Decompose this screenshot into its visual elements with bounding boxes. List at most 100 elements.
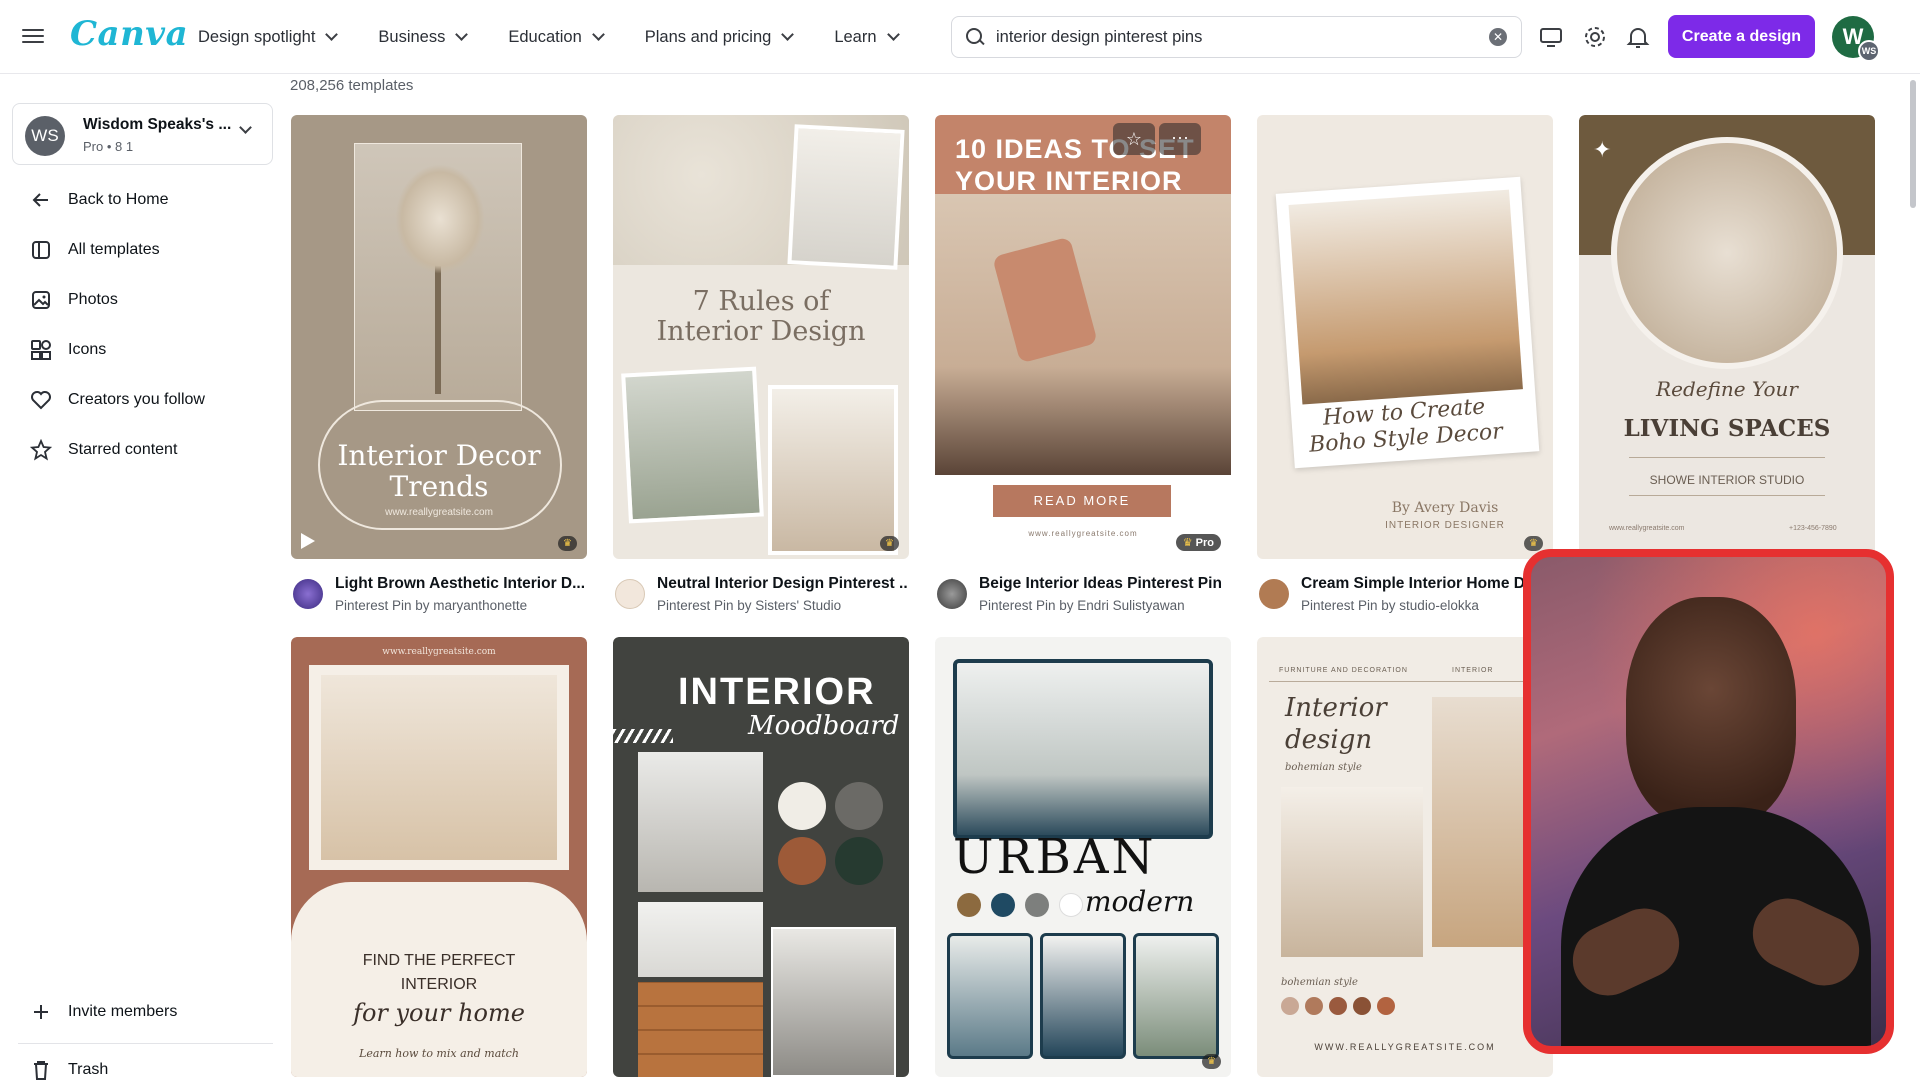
canva-logo[interactable]: Canva (70, 14, 188, 54)
nav-learn[interactable]: Learn (826, 22, 905, 53)
photo-icon (30, 289, 52, 311)
creator-avatar (1259, 579, 1289, 609)
thumbnail-text: Interior (1285, 693, 1387, 723)
sidebar-item-icons[interactable]: Icons (18, 325, 270, 375)
thumbnail-photo (621, 366, 764, 524)
sidebar-item-label: Back to Home (68, 191, 169, 208)
desktop-app-icon[interactable] (1538, 24, 1564, 50)
thumbnail-text: SHOWE INTERIOR STUDIO (1649, 473, 1805, 487)
template-thumbnail[interactable]: FURNITURE AND DECORATION INTERIOR Interi… (1257, 637, 1553, 1077)
sidebar-item-back-to-home[interactable]: Back to Home (18, 175, 270, 225)
nav-education[interactable]: Education (500, 22, 610, 53)
template-card[interactable]: FURNITURE AND DECORATION INTERIOR Interi… (1257, 637, 1553, 1080)
thumbnail-decor (613, 729, 673, 743)
team-switcher[interactable]: WS Wisdom Speaks's ... Pro • 8 1 (12, 103, 273, 165)
thumbnail-text: INTERIOR DESIGNER (1385, 520, 1505, 531)
sidebar-item-label: Creators you follow (68, 391, 205, 408)
trash-icon (30, 1059, 52, 1080)
team-name: Wisdom Speaks's ... (83, 116, 232, 133)
top-bar: Canva Design spotlight Business Educatio… (0, 0, 1920, 74)
sidebar-item-starred-content[interactable]: Starred content (18, 425, 270, 475)
sidebar-item-label: Icons (68, 341, 107, 358)
play-icon[interactable] (301, 533, 315, 549)
search-input[interactable] (996, 27, 1489, 47)
thumbnail-photo (638, 982, 763, 1077)
thumbnail-text: Interior Design (656, 316, 866, 347)
templates-icon (30, 239, 52, 261)
thumbnail-photo (1611, 137, 1843, 369)
thumbnail-text: www.reallygreatsite.com (382, 647, 496, 657)
template-title[interactable]: Neutral Interior Design Pinterest ... (657, 575, 907, 593)
template-card[interactable]: How to Create Boho Style Decor By Avery D… (1257, 115, 1553, 635)
template-card[interactable]: ✦ Redefine Your LIVING SPACES SHOWE INTE… (1579, 115, 1875, 559)
template-creator[interactable]: Pinterest Pin by studio-elokka (1301, 598, 1479, 613)
template-thumbnail[interactable]: How to Create Boho Style Decor By Avery D… (1257, 115, 1553, 559)
template-card[interactable]: www.reallygreatsite.com FIND THE PERFECT… (291, 637, 587, 1080)
template-card[interactable]: Interior Decor Trends www.reallygreatsite… (291, 115, 587, 635)
user-avatar[interactable]: W WS (1832, 16, 1880, 62)
thumbnail-text: +123-456-7890 (1789, 525, 1837, 532)
color-swatch (1305, 997, 1323, 1015)
divider (1269, 681, 1541, 682)
nav-label: Business (378, 27, 446, 46)
thumbnail-text: INTERIOR (678, 671, 876, 713)
settings-gear-icon[interactable] (1582, 24, 1608, 50)
divider (1629, 457, 1825, 458)
template-thumbnail[interactable]: www.reallygreatsite.com FIND THE PERFECT… (291, 637, 587, 1077)
thumbnail-photo (638, 902, 763, 977)
template-card[interactable]: 7 Rules of Interior Design ♛ Neutral Inte… (613, 115, 909, 635)
crown-icon: ♛ (558, 536, 577, 551)
template-card[interactable]: 10 IDEAS TO SET YOUR INTERIOR ☆ ··· READ … (935, 115, 1231, 635)
clear-search-icon[interactable]: ✕ (1489, 28, 1507, 46)
thumbnail-photo (1133, 933, 1219, 1059)
thumbnail-text: Learn how to mix and match (359, 1047, 519, 1060)
sidebar-item-label: Trash (68, 1061, 109, 1078)
swatch-row (1281, 997, 1431, 1017)
notifications-bell-icon[interactable] (1625, 24, 1651, 50)
chevron-down-icon (886, 28, 900, 41)
template-thumbnail[interactable]: INTERIOR Moodboard (613, 637, 909, 1077)
template-thumbnail[interactable]: Interior Decor Trends www.reallygreatsite… (291, 115, 587, 559)
nav-plans-pricing[interactable]: Plans and pricing (637, 22, 801, 53)
star-template-icon[interactable]: ☆ (1113, 123, 1155, 155)
template-card[interactable]: INTERIOR Moodboard (613, 637, 909, 1080)
sidebar-item-photos[interactable]: Photos (18, 275, 270, 325)
template-caption: Neutral Interior Design Pinterest ... Pi… (613, 569, 913, 629)
template-thumbnail[interactable]: ✦ Redefine Your LIVING SPACES SHOWE INTE… (1579, 115, 1875, 559)
results-count: 208,256 templates (290, 77, 414, 94)
menu-icon[interactable] (22, 25, 44, 47)
thumbnail-text: bohemian style (1281, 977, 1358, 988)
color-swatch (1377, 997, 1395, 1015)
create-design-button[interactable]: Create a design (1668, 15, 1815, 58)
template-title[interactable]: Beige Interior Ideas Pinterest Pin (979, 575, 1229, 593)
search-icon[interactable] (964, 27, 984, 47)
thumbnail-photo (768, 385, 898, 555)
template-creator[interactable]: Pinterest Pin by maryanthonette (335, 598, 527, 613)
thumbnail-title: 7 Rules of Interior Design (613, 287, 909, 347)
template-thumbnail[interactable]: 10 IDEAS TO SET YOUR INTERIOR ☆ ··· READ … (935, 115, 1231, 559)
sidebar-divider (18, 1043, 273, 1044)
sidebar-nav: Back to Home All templates Photos Icons … (18, 175, 270, 475)
template-title[interactable]: Light Brown Aesthetic Interior D... (335, 575, 585, 593)
template-card[interactable]: URBAN modern ♛ (935, 637, 1231, 1080)
sidebar-item-creators-you-follow[interactable]: Creators you follow (18, 375, 270, 425)
thumbnail-text: LIVING SPACES (1623, 415, 1831, 442)
sidebar-item-all-templates[interactable]: All templates (18, 225, 270, 275)
template-creator[interactable]: Pinterest Pin by Sisters' Studio (657, 598, 841, 613)
more-options-icon[interactable]: ··· (1159, 123, 1201, 155)
template-thumbnail[interactable]: 7 Rules of Interior Design ♛ (613, 115, 909, 559)
thumbnail-text: FURNITURE AND DECORATION (1279, 667, 1408, 674)
shapes-icon (30, 339, 52, 361)
template-title[interactable]: Cream Simple Interior Home D (1301, 575, 1551, 593)
plus-icon (30, 1001, 52, 1023)
color-swatch (778, 782, 826, 830)
creator-avatar (937, 579, 967, 609)
template-creator[interactable]: Pinterest Pin by Endri Sulistyawan (979, 598, 1185, 613)
scrollbar-thumb[interactable] (1910, 80, 1916, 208)
nav-business[interactable]: Business (370, 22, 474, 53)
thumbnail-frame (309, 665, 569, 870)
template-thumbnail[interactable]: URBAN modern ♛ (935, 637, 1231, 1077)
nav-design-spotlight[interactable]: Design spotlight (190, 22, 344, 53)
invite-members-button[interactable]: Invite members (18, 987, 270, 1037)
sidebar-item-trash[interactable]: Trash (18, 1050, 270, 1080)
